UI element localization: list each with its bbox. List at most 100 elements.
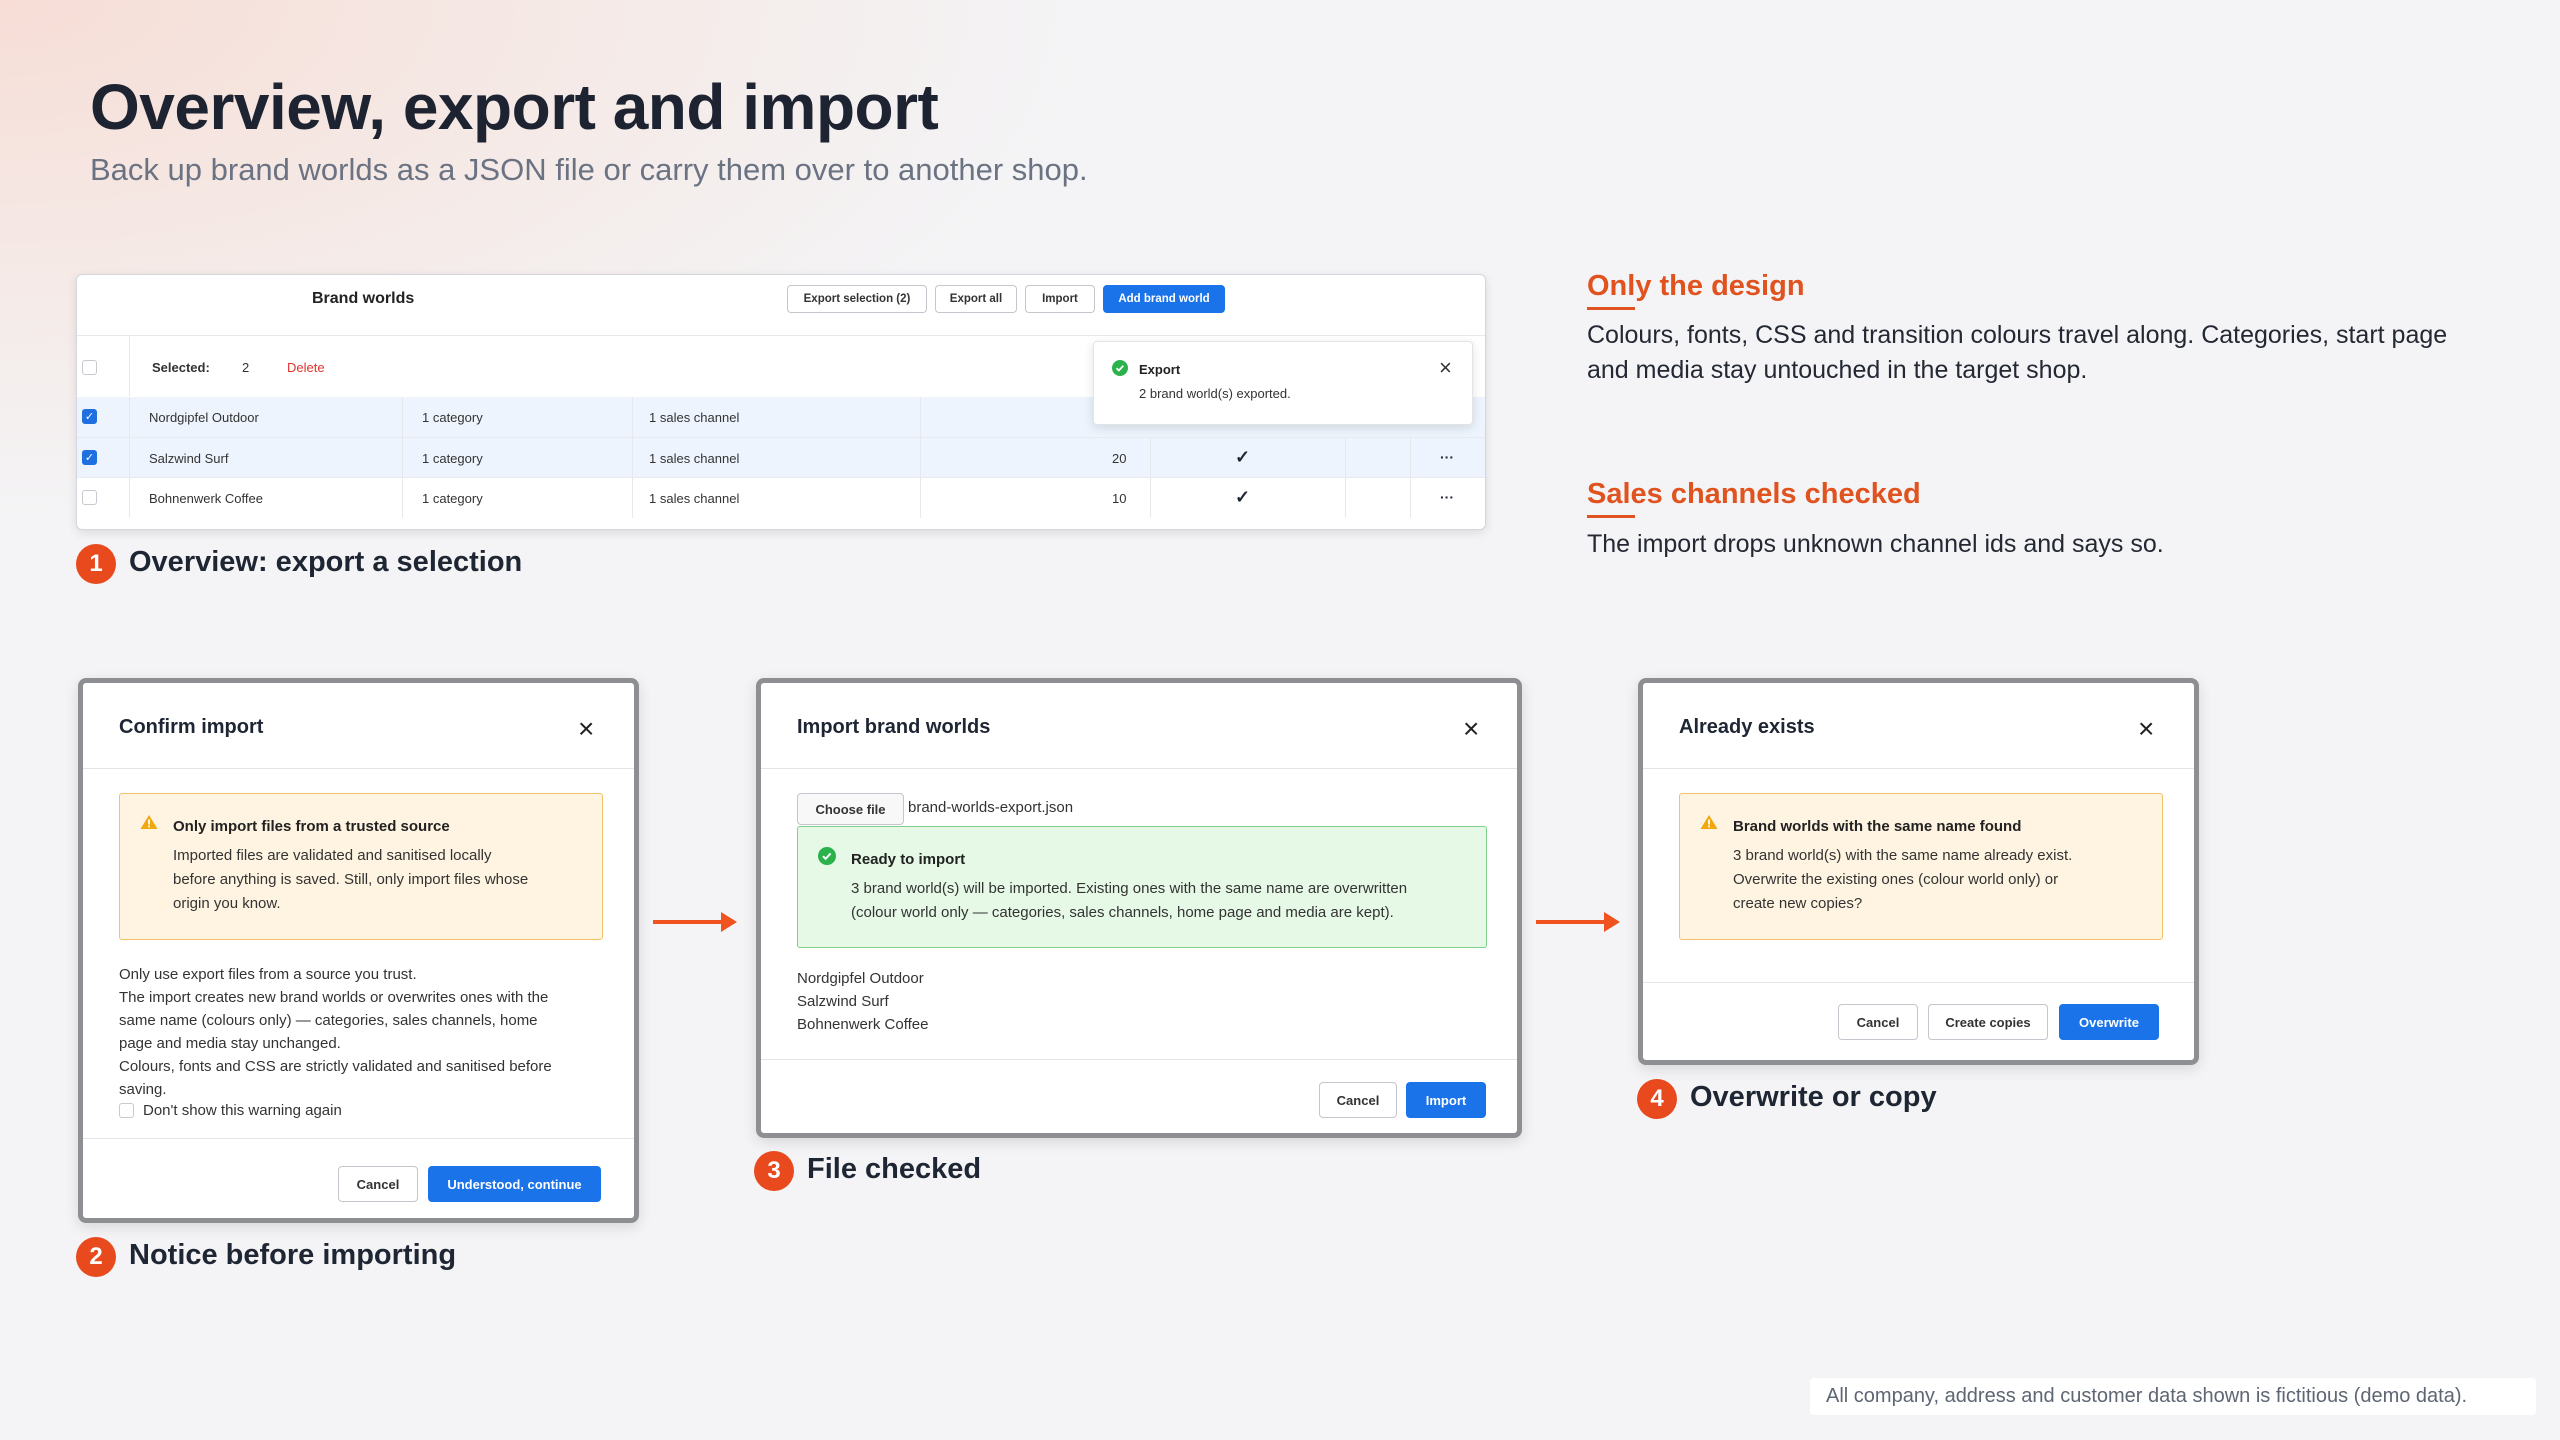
close-icon[interactable]: × xyxy=(2138,715,2154,743)
export-all-button[interactable]: Export all xyxy=(935,285,1017,313)
divider xyxy=(77,335,1485,336)
notice-title: Ready to import xyxy=(851,851,966,868)
import-confirm-button[interactable]: Import xyxy=(1406,1082,1486,1118)
cancel-button[interactable]: Cancel xyxy=(1319,1082,1397,1118)
notice-text: 3 brand world(s) will be imported. Exist… xyxy=(851,880,1408,897)
note-underline xyxy=(1587,515,1635,518)
same-name-warning: Brand worlds with the same name found 3 … xyxy=(1679,793,2163,940)
ready-to-import-notice: Ready to import 3 brand world(s) will be… xyxy=(797,826,1487,948)
note-underline xyxy=(1587,307,1635,310)
import-brand-worlds-dialog: Import brand worlds × Choose file brand-… xyxy=(756,678,1522,1138)
warning-text: origin you know. xyxy=(173,895,281,912)
warning-text: Overwrite the existing ones (colour worl… xyxy=(1733,871,2059,888)
dont-show-checkbox[interactable] xyxy=(119,1103,134,1118)
warning-text: 3 brand world(s) with the same name alre… xyxy=(1733,847,2073,864)
warning-text: Imported files are validated and sanitis… xyxy=(173,847,492,864)
list-item: Bohnenwerk Coffee xyxy=(797,1016,929,1033)
create-copies-button[interactable]: Create copies xyxy=(1928,1004,2048,1040)
trusted-source-warning: Only import files from a trusted source … xyxy=(119,793,603,940)
close-icon[interactable]: × xyxy=(1463,715,1479,743)
notice-text: (colour world only — categories, sales c… xyxy=(851,904,1394,921)
row-channels: 1 sales channel xyxy=(649,491,740,506)
toast-message: 2 brand world(s) exported. xyxy=(1139,386,1291,401)
warning-text: before anything is saved. Still, only im… xyxy=(173,871,529,888)
row-number: 10 xyxy=(1112,491,1127,506)
confirm-import-dialog: Confirm import × Only import files from … xyxy=(78,678,639,1223)
page-subtitle: Back up brand worlds as a JSON file or c… xyxy=(90,152,1088,187)
choose-file-button[interactable]: Choose file xyxy=(797,793,904,825)
active-check-icon: ✓ xyxy=(1235,447,1251,467)
note-text-design-1: Colours, fonts, CSS and transition colou… xyxy=(1587,321,2448,349)
row-checkbox[interactable] xyxy=(82,490,97,505)
row-number: 20 xyxy=(1112,451,1127,466)
delete-link[interactable]: Delete xyxy=(287,360,325,375)
add-brand-world-button[interactable]: Add brand world xyxy=(1103,285,1225,313)
table-row[interactable]: Bohnenwerk Coffee 1 category 1 sales cha… xyxy=(77,477,1485,518)
row-categories: 1 category xyxy=(422,491,483,506)
step-label-4: Overwrite or copy xyxy=(1690,1081,1937,1113)
arrow-icon xyxy=(653,912,737,932)
warning-text: create new copies? xyxy=(1733,895,1863,912)
overwrite-button[interactable]: Overwrite xyxy=(2059,1004,2159,1040)
step-label-1: Overview: export a selection xyxy=(129,546,523,578)
success-check-icon xyxy=(1112,360,1128,376)
close-icon[interactable]: × xyxy=(578,715,594,743)
step-number-3: 3 xyxy=(754,1151,794,1191)
selected-count: 2 xyxy=(242,360,250,375)
warning-title: Brand worlds with the same name found xyxy=(1733,818,2022,835)
step-number-1: 1 xyxy=(76,544,116,584)
cancel-button[interactable]: Cancel xyxy=(1838,1004,1918,1040)
dialog-title: Confirm import xyxy=(119,716,264,738)
cancel-button[interactable]: Cancel xyxy=(338,1166,418,1202)
body-text: Colours, fonts and CSS are strictly vali… xyxy=(119,1058,552,1075)
table-row[interactable]: ✓ Salzwind Surf 1 category 1 sales chann… xyxy=(77,437,1485,478)
row-categories: 1 category xyxy=(422,451,483,466)
list-item: Salzwind Surf xyxy=(797,993,889,1010)
body-text: same name (colours only) — categories, s… xyxy=(119,1012,538,1029)
body-text: page and media stay unchanged. xyxy=(119,1035,341,1052)
select-all-checkbox[interactable] xyxy=(82,360,97,375)
export-selection-button[interactable]: Export selection (2) xyxy=(787,285,927,313)
row-checkbox[interactable]: ✓ xyxy=(82,450,97,465)
already-exists-dialog: Already exists × Brand worlds with the s… xyxy=(1638,678,2199,1065)
page-title: Overview, export and import xyxy=(90,71,939,143)
row-channels: 1 sales channel xyxy=(649,451,740,466)
row-name[interactable]: Nordgipfel Outdoor xyxy=(149,410,259,425)
toast-close-icon[interactable]: × xyxy=(1439,355,1452,381)
list-item: Nordgipfel Outdoor xyxy=(797,970,924,987)
selected-filename: brand-worlds-export.json xyxy=(908,799,1074,816)
import-button[interactable]: Import xyxy=(1025,285,1095,313)
note-title-channels: Sales channels checked xyxy=(1587,478,1921,510)
step-label-2: Notice before importing xyxy=(129,1239,457,1271)
panel-title: Brand worlds xyxy=(312,290,415,307)
continue-button[interactable]: Understood, continue xyxy=(428,1166,601,1202)
export-toast: Export 2 brand world(s) exported. × xyxy=(1093,341,1473,425)
row-more-icon[interactable]: ··· xyxy=(1440,449,1454,465)
row-more-icon[interactable]: ··· xyxy=(1440,489,1454,505)
dont-show-label[interactable]: Don't show this warning again xyxy=(143,1099,342,1122)
arrow-icon xyxy=(1536,912,1620,932)
brand-worlds-overview: Brand worlds Export selection (2) Export… xyxy=(76,274,1486,530)
demo-data-disclaimer: All company, address and customer data s… xyxy=(1810,1378,2536,1415)
note-text-design-2: and media stay untouched in the target s… xyxy=(1587,356,2088,384)
toast-title: Export xyxy=(1139,362,1181,377)
warning-icon xyxy=(1700,815,1718,829)
warning-icon xyxy=(140,815,158,829)
note-title-design: Only the design xyxy=(1587,270,1805,302)
body-text: saving. xyxy=(119,1081,167,1098)
dialog-title: Import brand worlds xyxy=(797,716,991,738)
row-categories: 1 category xyxy=(422,410,483,425)
note-text-channels: The import drops unknown channel ids and… xyxy=(1587,530,2164,558)
selected-label: Selected: xyxy=(152,360,210,375)
step-number-4: 4 xyxy=(1637,1079,1677,1119)
dialog-title: Already exists xyxy=(1679,716,1815,738)
row-checkbox[interactable]: ✓ xyxy=(82,409,97,424)
row-name[interactable]: Bohnenwerk Coffee xyxy=(149,491,263,506)
row-name[interactable]: Salzwind Surf xyxy=(149,451,228,466)
body-text: The import creates new brand worlds or o… xyxy=(119,989,549,1006)
success-check-icon xyxy=(818,847,836,865)
step-number-2: 2 xyxy=(76,1237,116,1277)
body-text: Only use export files from a source you … xyxy=(119,966,417,983)
active-check-icon: ✓ xyxy=(1235,487,1251,507)
warning-title: Only import files from a trusted source xyxy=(173,818,450,835)
